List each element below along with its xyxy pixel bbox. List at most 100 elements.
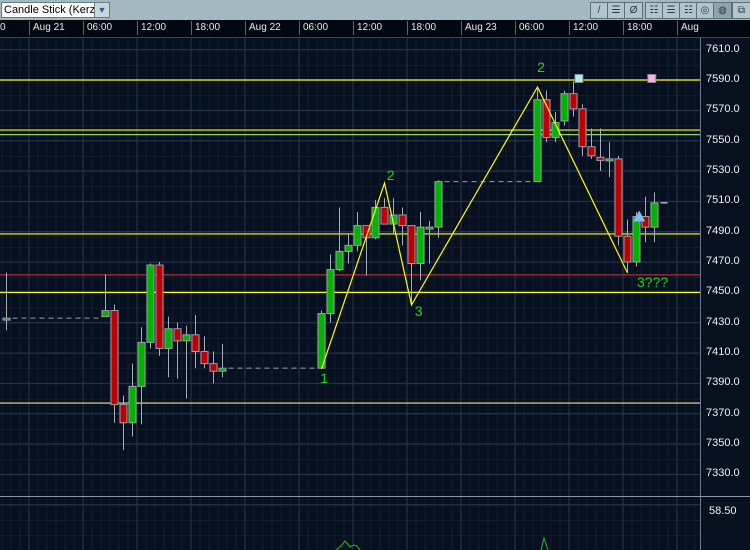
toolbar-button-group: / ☰ Ø [590,2,643,19]
candle-up [101,310,110,318]
time-axis-label: 18:00 [407,21,436,35]
price-axis-label: 7490.0 [706,224,740,237]
time-axis-label: 0 [0,22,6,33]
draw-line-button[interactable]: / [591,3,608,18]
detach-window-icon: ⧉ [737,5,746,16]
chart-type-select[interactable]: Candle Stick (Kerze ▼ [1,2,110,18]
grid-style-1-icon: ☷ [649,5,659,16]
price-axis-label: 7330.0 [706,467,740,480]
clear-drawing-icon: Ø [629,5,638,16]
price-axis-label: 7430.0 [706,315,740,328]
lower-panel-value-label: 58.50 [709,505,737,517]
chart-type-value: Candle Stick (Kerze [4,4,102,16]
toolbar-button-group: ☷ ☰ ☷ [645,2,698,19]
candle-down [398,214,407,227]
wave-label: 1 [320,369,328,386]
time-axis-label: 18:00 [623,21,652,35]
candle-up [146,264,155,343]
candle-up [371,206,380,239]
candle-down [173,328,182,342]
price-axis-label: 7590.0 [706,73,740,85]
time-axis-label: 06:00 [83,21,112,35]
grid-style-1-button[interactable]: ☷ [646,3,663,18]
candle-up [137,341,146,387]
draw-line-icon: / [597,5,601,16]
time-axis: 0 Aug 21 06:00 12:00 18:00 Aug 22 06:00 12:00 18… [0,20,750,38]
horizontal-line-button[interactable]: ☰ [608,3,625,18]
candle-up [326,269,335,315]
candle-up [164,328,173,349]
wave-label: 2 [386,166,395,183]
time-axis-label: Aug [677,21,699,35]
price-axis-label: 7530.0 [706,164,740,176]
price-axis-label: 7390.0 [706,376,740,389]
candle-up [128,385,137,424]
price-axis-label: 7510.0 [706,194,740,207]
wave-label: 3 [414,303,423,320]
candle-up [650,202,659,228]
candle-up [533,99,542,183]
horizontal-line-icon: ☰ [611,5,621,16]
candle-down [191,334,200,352]
grid-style-2-icon: ☰ [666,5,676,16]
detach-window-button[interactable]: ⧉ [733,3,750,18]
indicator-a-button[interactable]: ◎ [697,3,714,18]
candle-up [2,317,11,321]
price-axis-label: 7470.0 [706,255,740,267]
time-axis-label: 06:00 [515,21,544,35]
candle-down [407,225,416,265]
grid-style-2-button[interactable]: ☰ [663,3,680,18]
time-axis-label: 06:00 [299,21,328,35]
price-axis-label: 7370.0 [706,406,740,419]
time-axis-label: 12:00 [569,21,598,35]
candle-up [353,225,362,246]
signal-square-marker [647,73,657,83]
candle-up [425,226,434,230]
candle-down [587,146,596,157]
candle-up [218,367,227,372]
candle-down [380,206,389,225]
grid-style-3-icon: ☷ [684,5,693,16]
candle-up [344,244,353,252]
grid-style-3-button[interactable]: ☷ [680,3,697,18]
candle-down [155,264,164,349]
candle-down [596,156,605,161]
candle-down [110,310,119,406]
clear-drawing-button[interactable]: Ø [625,3,642,18]
wave-label: 3??? [637,274,669,291]
time-axis-label: 12:00 [353,21,382,35]
toolbar-button-group: ◎ ◍ [696,2,732,19]
candle-down [569,93,578,110]
candle-down [200,350,209,365]
time-axis-label: Aug 23 [461,21,497,35]
chart-toolbar: Candle Stick (Kerze ▼ / ☰ Ø ☷ ☰ ☷ ◎ ◍ ⧉ [0,0,750,20]
candle-up [632,216,641,263]
candle-up [605,158,614,162]
candle-up [560,93,569,122]
time-axis-label: 12:00 [137,21,166,35]
lower-panel-divider[interactable] [0,496,750,497]
candle-down [623,235,632,263]
indicator-b-button[interactable]: ◍ [714,3,731,18]
indicator-a-icon: ◎ [700,5,710,16]
candle-down [578,108,587,148]
chevron-down-icon[interactable]: ▼ [94,3,109,17]
time-axis-label: Aug 21 [29,21,65,35]
indicator-b-icon: ◍ [718,5,727,16]
candle-down [119,404,128,424]
time-axis-label: Aug 22 [245,21,281,35]
price-axis-label: 7610.0 [706,42,740,55]
signal-square-marker [574,73,584,83]
price-axis-label: 7570.0 [706,103,740,116]
candle-up [182,334,191,342]
price-axis-label: 7450.0 [706,285,740,298]
candle-up [434,181,443,228]
wave-label: 2 [537,58,545,75]
price-axis-label: 7550.0 [706,133,740,146]
time-axis-label: 18:00 [191,21,220,35]
candle-down [209,363,218,372]
toolbar-button-group: ⧉ [732,2,750,19]
price-axis-label: 7350.0 [706,437,740,449]
candle-down [614,158,623,237]
candle-up [416,226,425,265]
